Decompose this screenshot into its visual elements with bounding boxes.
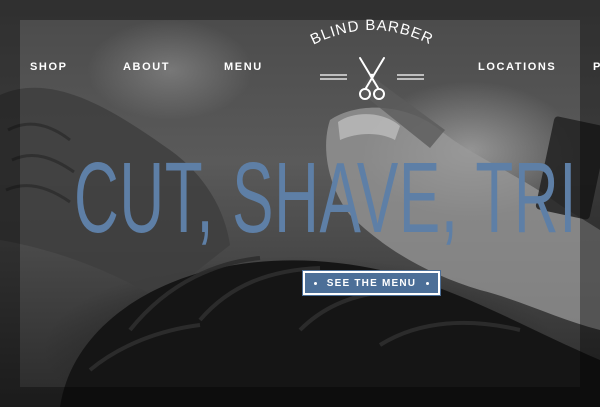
brand-logo[interactable]: BLIND BARBER [308,14,436,106]
headline-container: CUT, SHAVE, TRI [0,148,600,260]
cta-dot-right [426,282,429,285]
see-the-menu-button[interactable]: SEE THE MENU [302,270,441,296]
scissors-icon [359,57,385,100]
nav-link-truncated[interactable]: P [593,61,600,73]
nav-link-shop[interactable]: SHOP [30,61,68,73]
hero-section: SHOP ABOUT MENU LOCATIONS P BLIND BARBER [0,0,600,407]
cta-dot-left [314,282,317,285]
hero-headline: CUT, SHAVE, TRI [74,148,578,254]
main-navigation: SHOP ABOUT MENU LOCATIONS P BLIND BARBER [0,0,600,110]
brand-name: BLIND BARBER [308,17,436,48]
nav-link-about[interactable]: ABOUT [123,61,170,73]
nav-link-locations[interactable]: LOCATIONS [478,61,556,73]
nav-link-menu[interactable]: MENU [224,61,263,73]
logo-graphic: BLIND BARBER [308,17,436,100]
cta-label: SEE THE MENU [326,277,417,289]
